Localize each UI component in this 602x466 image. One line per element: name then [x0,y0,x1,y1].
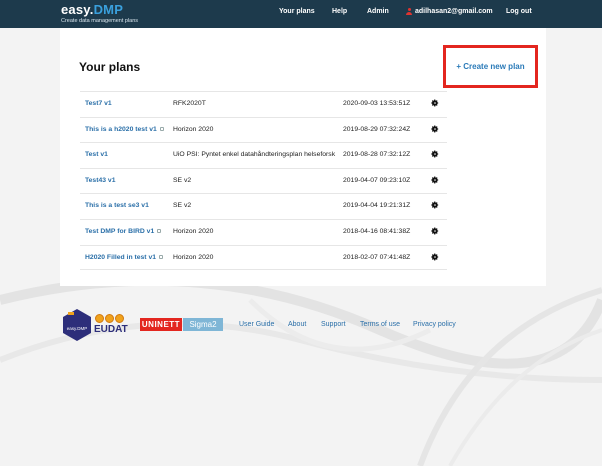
footer-link-about[interactable]: About [288,321,306,328]
plan-date: 2019-08-28 07:32:12Z [343,151,411,159]
lock-icon [159,127,164,132]
gear-icon[interactable] [431,176,439,184]
plan-template: RFK2020T [173,100,206,107]
plan-name-link[interactable]: Test v1 [85,151,108,158]
plan-name-link[interactable]: This is a test se3 v1 [85,202,149,209]
plan-date: 2018-02-07 07:41:48Z [343,253,411,261]
plan-template: Horizon 2020 [173,227,214,235]
plan-template: SE v2 [173,202,192,210]
svg-text:easy.DMP: easy.DMP [67,326,87,331]
plan-template: Horizon 2020 [173,253,214,261]
eudat-dots-icon [95,314,124,323]
brand-logo[interactable]: easy.DMP Create data management plans [61,2,138,24]
lock-icon [159,255,164,260]
plan-row: This is a test se3 v1 SE v2 2019-04-04 19:… [80,193,447,219]
plan-row: This is a h2020 test v1 Horizon 2020 2019-… [80,116,447,143]
plan-row: Test43 v1 SE v2 2019-04-07 09:23:10Z [80,167,447,194]
plan-name-link[interactable]: This is a h2020 test v1 [85,126,164,133]
gear-icon[interactable] [431,227,439,235]
gear-icon[interactable] [431,150,439,158]
gear-icon[interactable] [431,125,439,133]
plan-name-link[interactable]: Test43 v1 [85,177,115,184]
footer-link-support[interactable]: Support [321,321,346,328]
uninett-logo: UNINETT [140,318,182,331]
gear-icon[interactable] [431,253,439,261]
plan-template: UiO PSI: Pyntet enkel datahåndteringspla… [173,151,336,159]
top-navigation-bar: easy.DMP Create data management plans Yo… [0,0,602,28]
plan-name-link[interactable]: Test DMP for BIRD v1 [85,228,162,235]
create-new-plan-button[interactable]: + Create new plan [443,45,538,88]
footer-link-terms[interactable]: Terms of use [360,321,400,328]
nav-admin[interactable]: Admin [367,8,389,15]
plan-row: Test7 v1 RFK2020T 2020-09-03 13:53:51Z [80,91,447,117]
easydmp-hexagon-logo: easy.DMP [63,309,91,341]
plan-date: 2019-04-04 19:21:31Z [343,202,411,210]
gear-icon[interactable] [431,99,439,107]
plan-date: 2019-04-07 09:23:10Z [343,176,411,184]
nav-logout[interactable]: Log out [506,8,532,15]
plan-row: H2020 Filled in test v1 Horizon 2020 2018-… [80,244,447,271]
lock-icon [157,229,162,234]
eudat-logo: EUDAT [94,324,128,335]
nav-your-plans[interactable]: Your plans [279,8,315,15]
plan-template: Horizon 2020 [173,125,214,133]
brand-name: easy.DMP [61,2,124,17]
sigma2-logo: Sigma2 [183,318,223,331]
plan-date: 2018-04-16 08:41:38Z [343,227,411,235]
footer-link-user-guide[interactable]: User Guide [239,321,274,328]
plan-name-link[interactable]: H2020 Filled in test v1 [85,254,164,261]
plan-row: Test DMP for BIRD v1 Horizon 2020 2018-04-… [80,218,447,245]
page-title: Your plans [79,60,141,74]
plan-name-link[interactable]: Test7 v1 [85,100,112,107]
nav-help[interactable]: Help [332,8,347,15]
user-email: adilhasan2@gmail.com [415,8,493,15]
plans-table: Test7 v1 RFK2020T 2020-09-03 13:53:51Z This… [80,91,447,271]
plan-date: 2019-08-29 07:32:24Z [343,125,411,133]
plan-row: Test v1 UiO PSI: Pyntet enkel datahåndter… [80,142,447,168]
footer-link-privacy[interactable]: Privacy policy [413,321,456,328]
create-new-plan-label: + Create new plan [456,62,525,71]
plan-template: SE v2 [173,176,192,184]
footer: easy.DMP EUDAT UNINETT Sigma2 User Guide… [0,300,602,360]
user-icon [406,8,412,15]
plan-date: 2020-09-03 13:53:51Z [343,100,411,107]
nav-user-account[interactable]: adilhasan2@gmail.com [406,8,493,15]
gear-icon[interactable] [431,201,439,209]
brand-tagline: Create data management plans [61,18,139,24]
